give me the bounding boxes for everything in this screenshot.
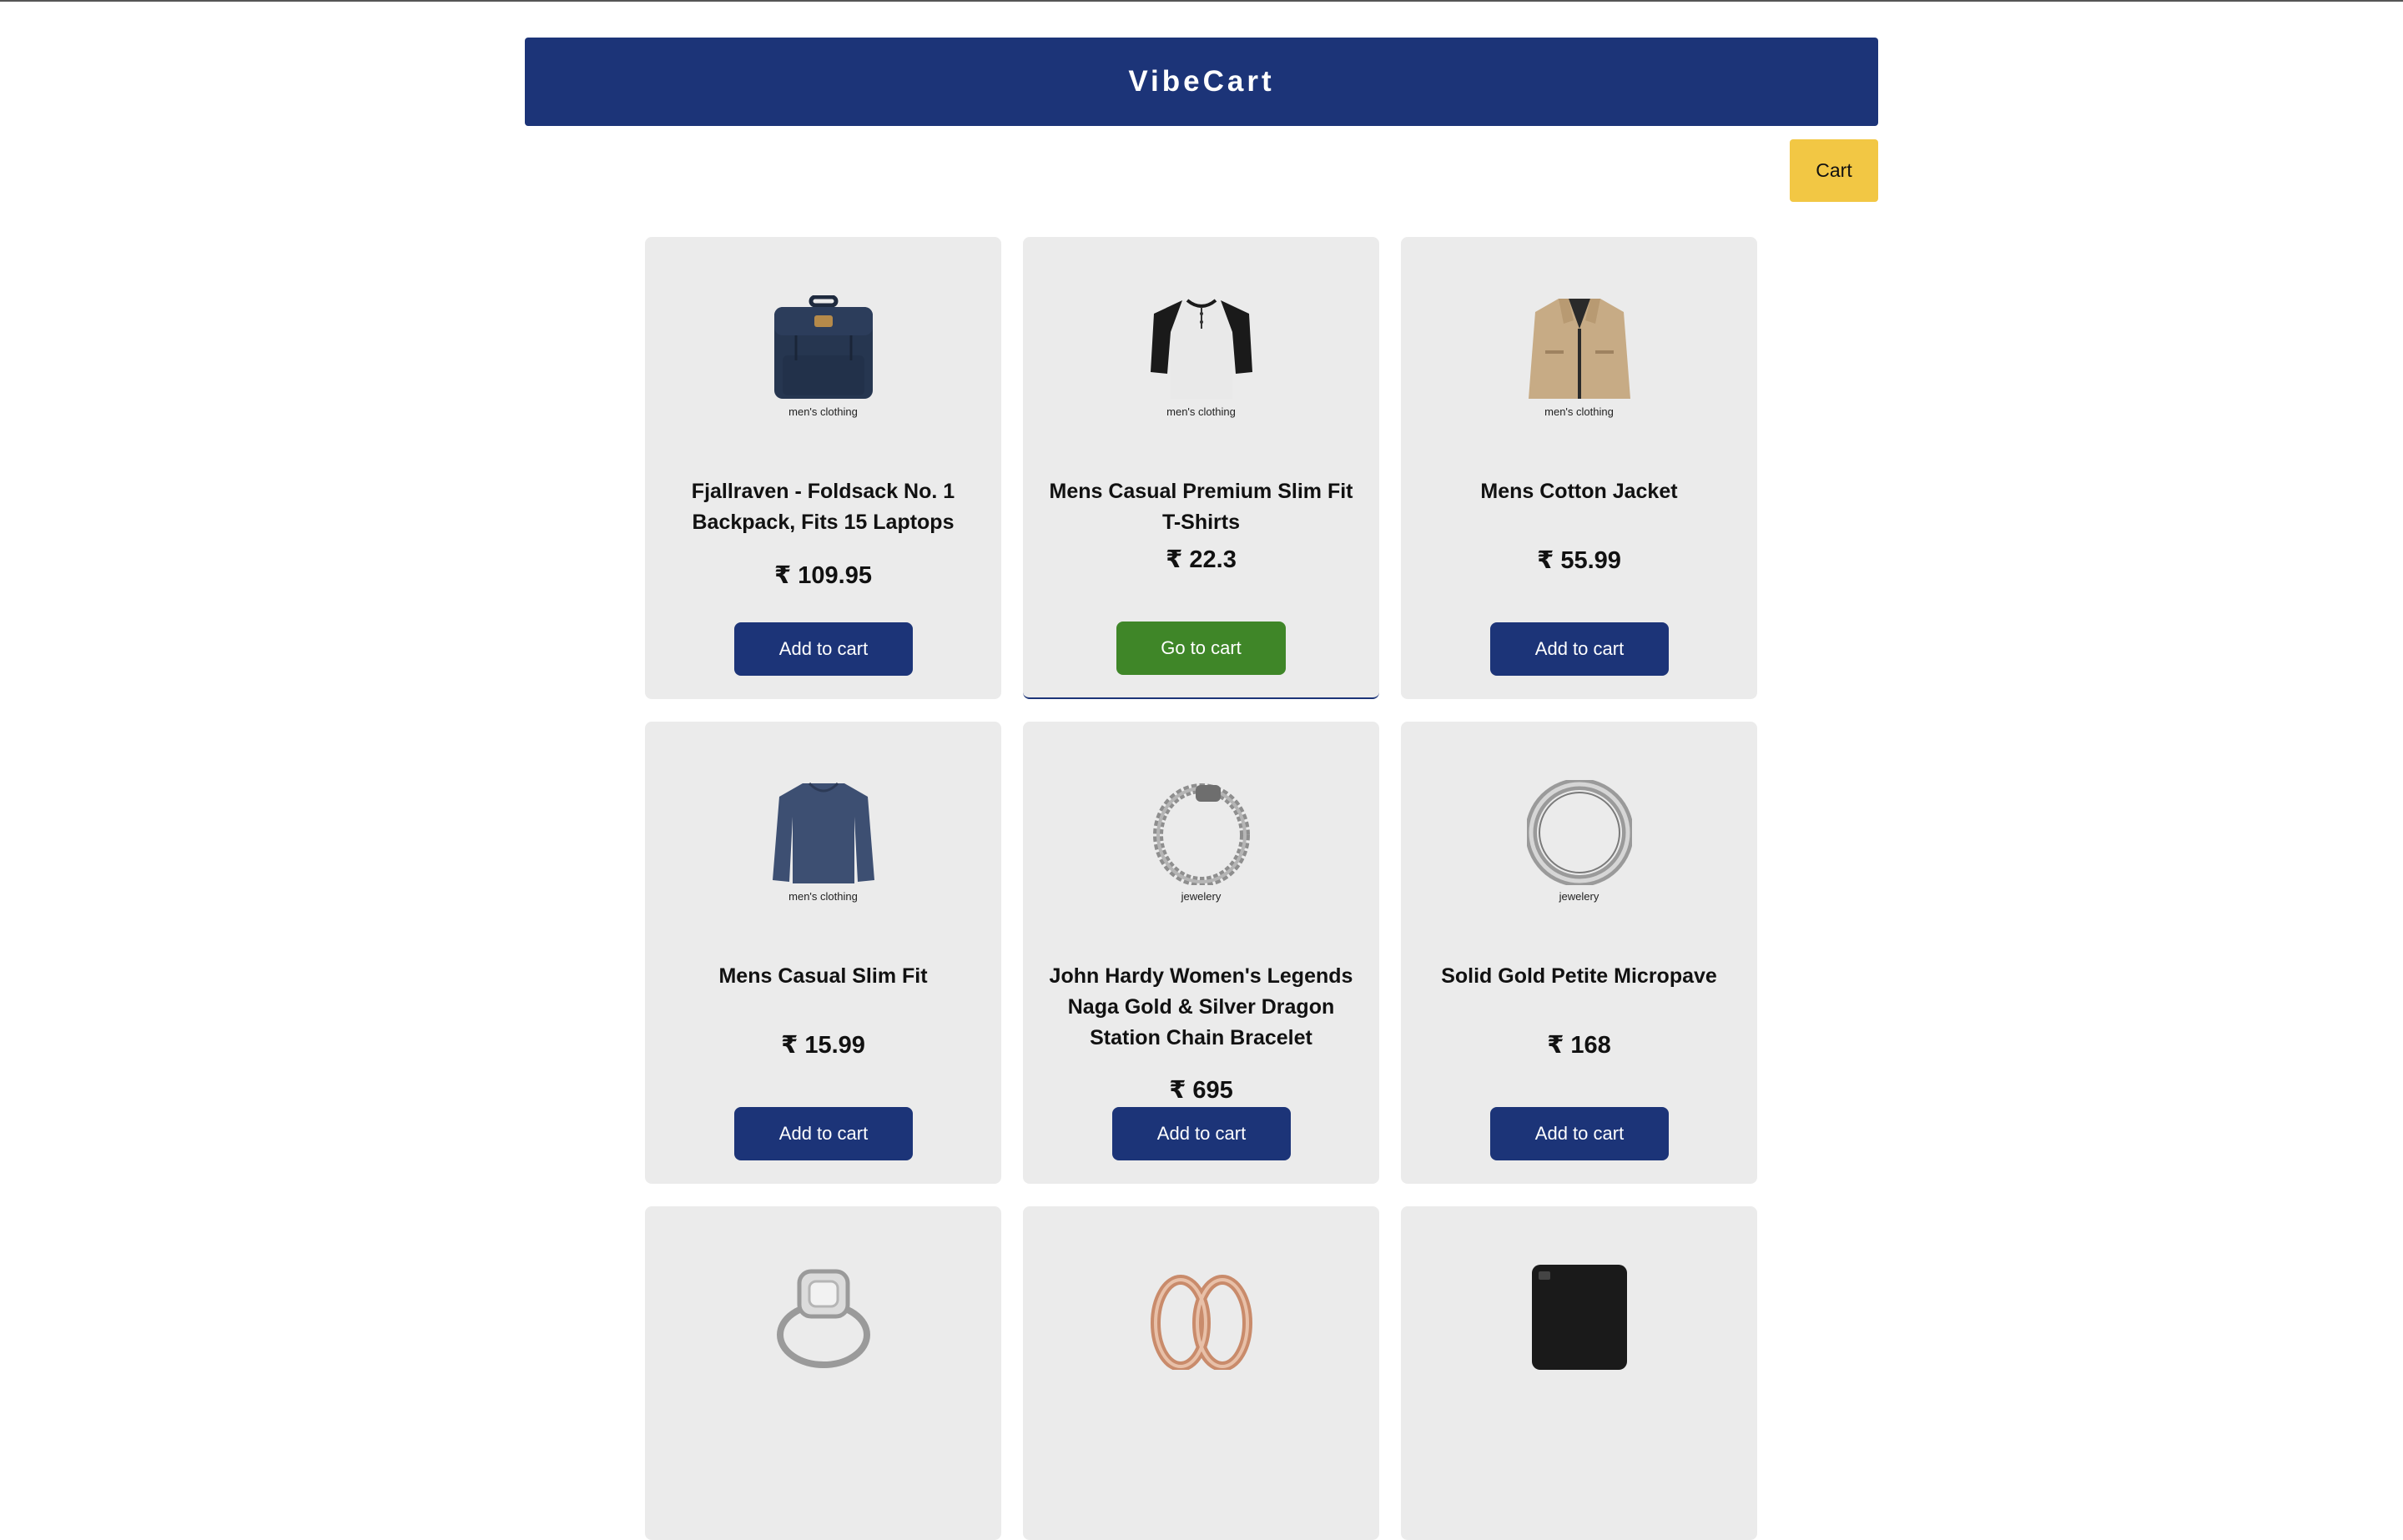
rose-gold-rings-image [1149, 1265, 1254, 1370]
add-to-cart-button[interactable]: Add to cart [1490, 1107, 1669, 1160]
product-title: Fjallraven - Foldsack No. 1 Backpack, Fi… [691, 480, 955, 534]
product-card: men's clothing Mens Casual Premium Slim … [1023, 237, 1379, 699]
longsleeve-image [771, 780, 876, 885]
add-to-cart-button[interactable]: Add to cart [1490, 622, 1669, 676]
hard-drive-image [1527, 1265, 1632, 1370]
product-grid: men's clothing Fjallraven - Foldsack No.… [645, 237, 1758, 1540]
product-title: Mens Casual Slim Fit [718, 964, 928, 988]
cart-button[interactable]: Cart [1790, 139, 1878, 202]
product-category: men's clothing [788, 405, 858, 418]
product-category: men's clothing [788, 890, 858, 903]
product-card: jewelery John Hardy Women's Legends Naga… [1023, 722, 1379, 1184]
add-to-cart-button[interactable]: Add to cart [734, 1107, 913, 1160]
product-category: jewelery [1181, 890, 1222, 903]
product-card [1023, 1206, 1379, 1540]
jacket-image [1527, 295, 1632, 400]
product-title: Mens Cotton Jacket [1480, 480, 1678, 503]
product-card: jewelery Solid Gold Petite Micropave ₹ 1… [1401, 722, 1757, 1184]
product-title: Mens Casual Premium Slim Fit T-Shirts [1049, 480, 1353, 534]
product-price: ₹ 109.95 [774, 562, 872, 589]
product-card [1401, 1206, 1757, 1540]
product-category: men's clothing [1166, 405, 1236, 418]
top-border [0, 0, 2403, 2]
go-to-cart-button[interactable]: Go to cart [1116, 622, 1286, 675]
ring-image [1527, 780, 1632, 885]
product-title: Solid Gold Petite Micropave [1441, 964, 1717, 988]
product-price: ₹ 55.99 [1537, 547, 1621, 574]
product-card: men's clothing Mens Casual Slim Fit ₹ 15… [645, 722, 1001, 1184]
product-category: men's clothing [1544, 405, 1614, 418]
product-price: ₹ 168 [1547, 1032, 1611, 1059]
product-price: ₹ 695 [1169, 1077, 1233, 1104]
backpack-image [771, 295, 876, 400]
product-price: ₹ 15.99 [781, 1032, 865, 1059]
tshirt-image [1149, 295, 1254, 400]
product-card [645, 1206, 1001, 1540]
bracelet-image [1149, 780, 1254, 885]
product-card: men's clothing Fjallraven - Foldsack No.… [645, 237, 1001, 699]
product-category: jewelery [1559, 890, 1599, 903]
product-price: ₹ 22.3 [1166, 546, 1237, 573]
site-header: VibeCart [525, 38, 1878, 126]
add-to-cart-button[interactable]: Add to cart [1112, 1107, 1291, 1160]
diamond-ring-image [771, 1265, 876, 1370]
add-to-cart-button[interactable]: Add to cart [734, 622, 913, 676]
product-title: John Hardy Women's Legends Naga Gold & S… [1049, 964, 1353, 1049]
product-card: men's clothing Mens Cotton Jacket ₹ 55.9… [1401, 237, 1757, 699]
brand-title: VibeCart [1128, 65, 1275, 98]
